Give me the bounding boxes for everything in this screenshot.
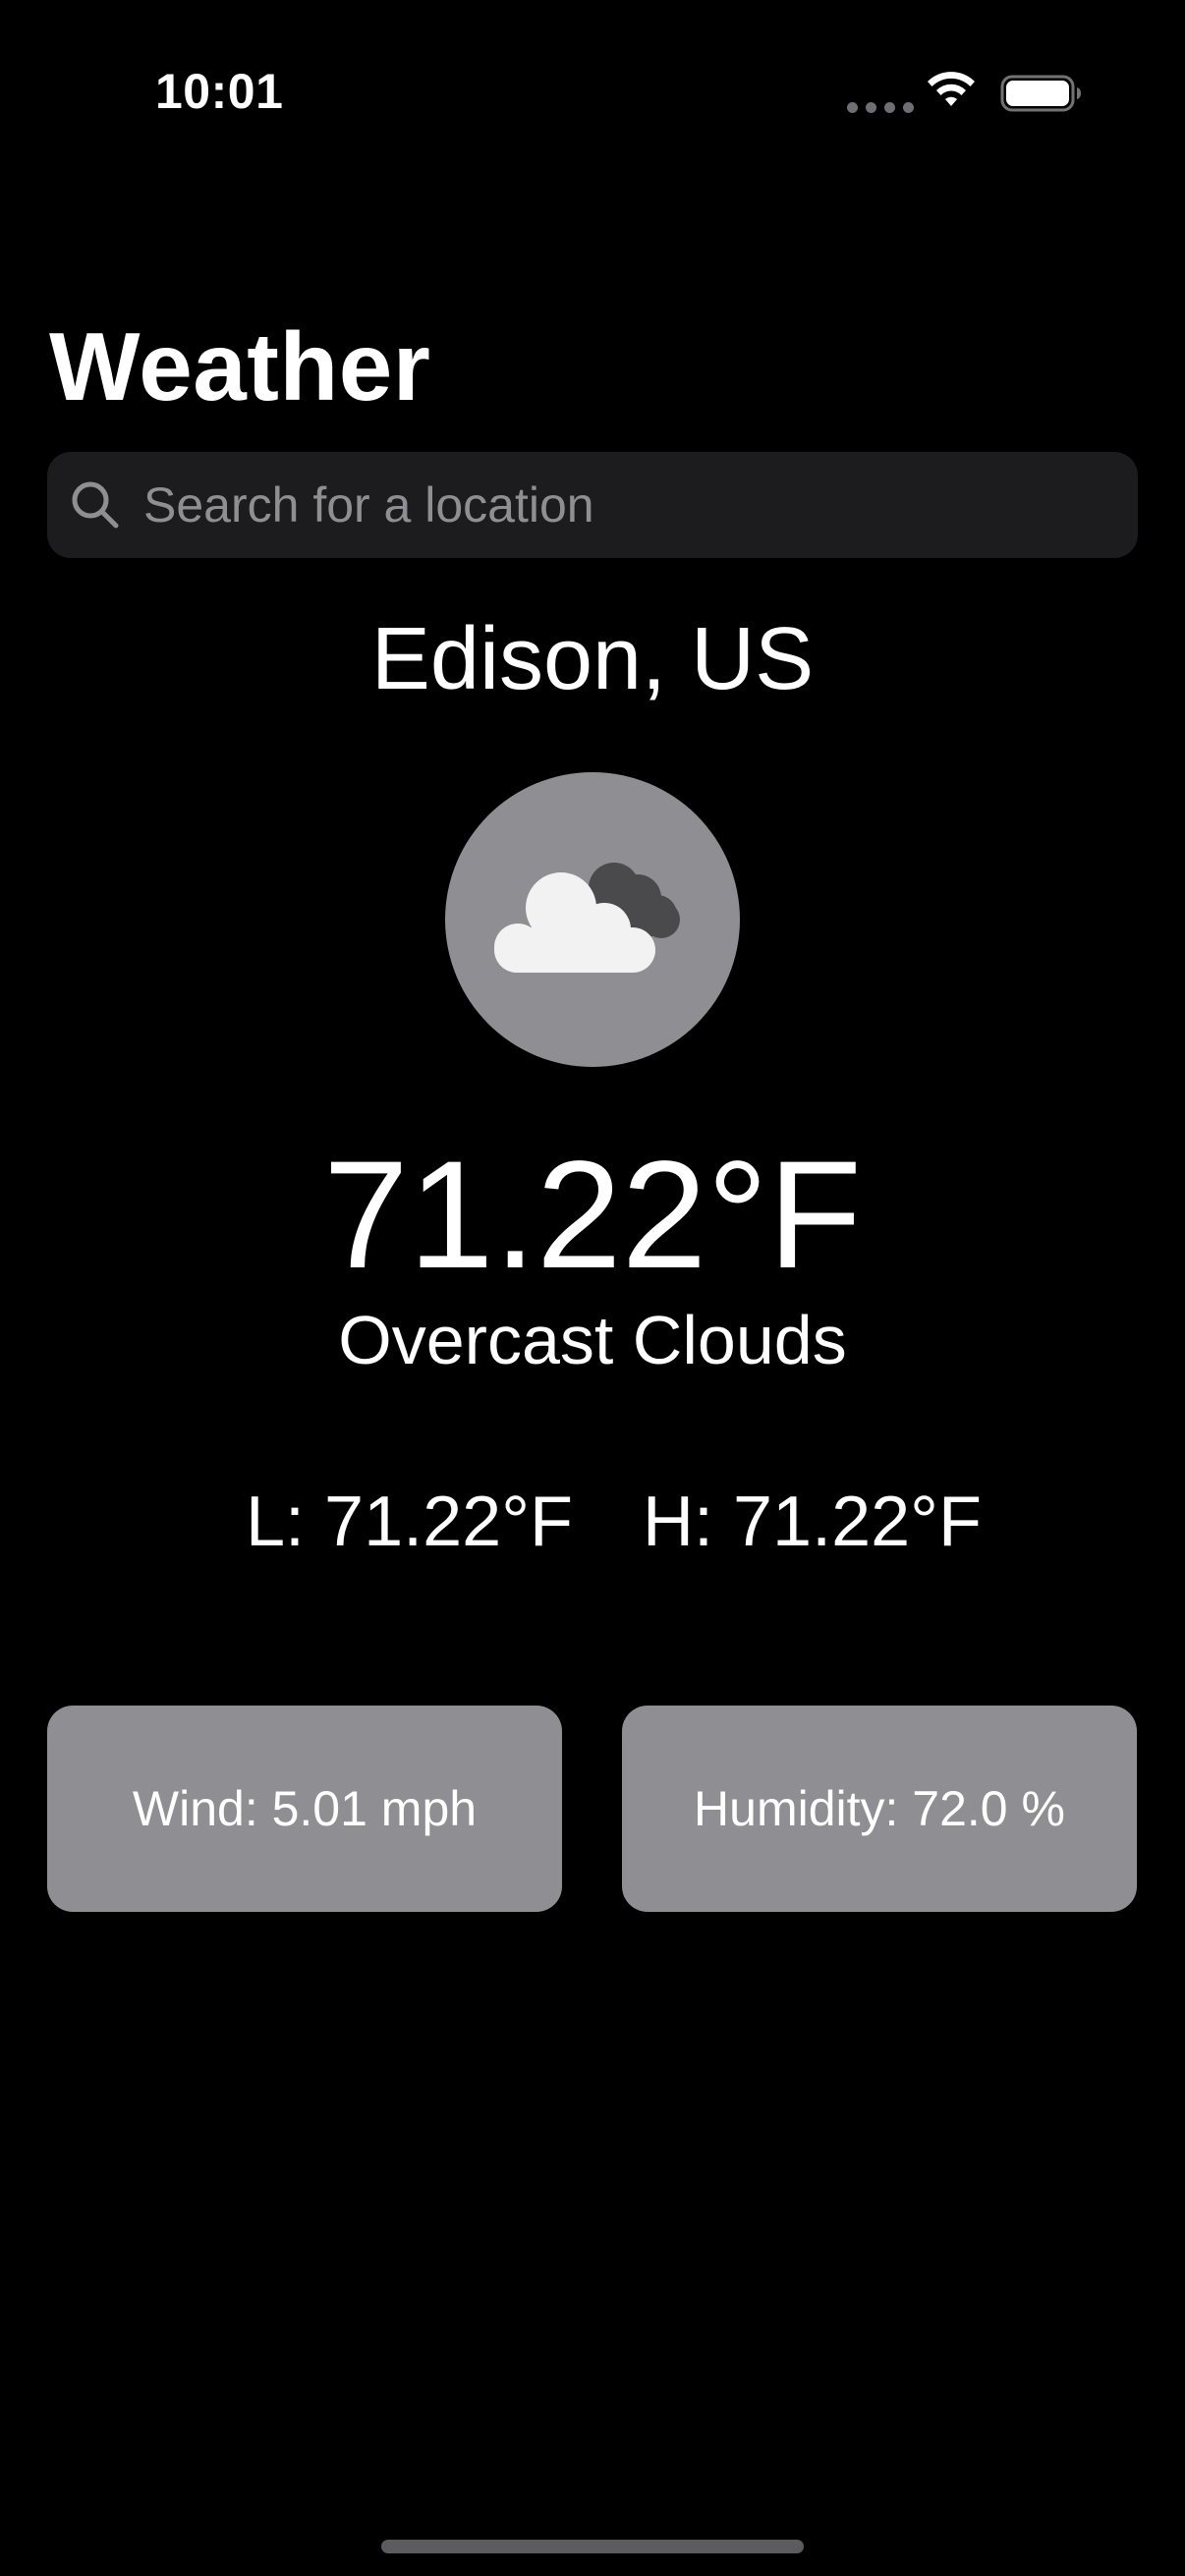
cellular-dots-icon (847, 102, 914, 113)
low-temperature: L: 71.22°F (246, 1483, 573, 1561)
weather-screen: 10:01 Weather Edison, US (0, 0, 1185, 2576)
home-indicator[interactable] (381, 2540, 804, 2553)
location-name: Edison, US (370, 610, 815, 708)
high-temperature: H: 71.22°F (643, 1483, 982, 1561)
status-time: 10:01 (155, 64, 284, 119)
weather-icon-circle (445, 772, 740, 1067)
wifi-icon (928, 72, 975, 106)
battery-icon (1000, 75, 1081, 112)
page-title: Weather (49, 312, 431, 420)
humidity-label: Humidity: 72.0 % (694, 1781, 1065, 1836)
overcast-clouds-icon (494, 863, 680, 973)
humidity-card: Humidity: 72.0 % (622, 1706, 1137, 1912)
wind-card: Wind: 5.01 mph (47, 1706, 562, 1912)
search-input[interactable] (141, 465, 1138, 545)
current-temperature: 71.22°F (322, 1130, 863, 1301)
weather-condition: Overcast Clouds (338, 1302, 847, 1378)
search-icon (72, 481, 119, 529)
search-bar[interactable] (47, 452, 1138, 558)
wind-label: Wind: 5.01 mph (132, 1781, 478, 1836)
